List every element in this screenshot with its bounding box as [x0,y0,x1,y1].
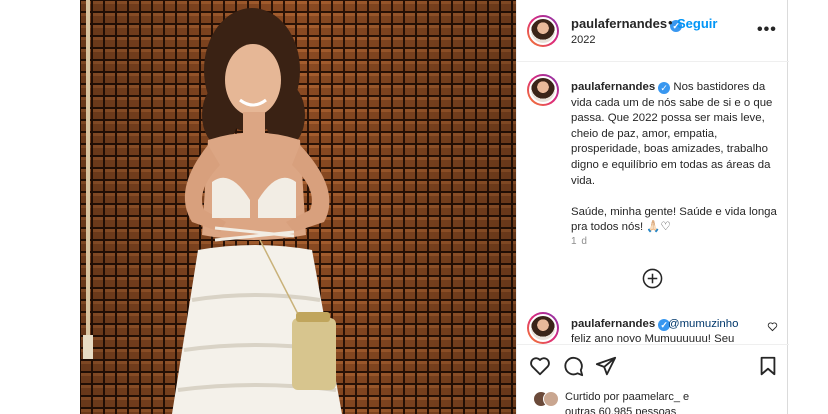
follow-button[interactable]: Seguir [677,16,717,31]
liked-by-text: Curtido por paamelarc_ e [565,391,690,403]
separator-dot: • [668,15,673,30]
verified-badge-icon: ✓ [658,82,671,94]
post-location[interactable]: 2022 [571,34,595,46]
avatar[interactable] [527,74,559,106]
post-header: paulafernandes ✓ • Seguir 2022 ••• [517,0,789,62]
post-actions: Curtido por paamelarc_ e outras 60.985 p… [517,344,789,414]
comment-mention[interactable]: @mumuzinho [668,318,738,330]
bookmark-icon[interactable] [757,355,779,377]
post-side-panel: paulafernandes ✓ • Seguir 2022 ••• paulaf… [516,0,789,414]
avatar[interactable] [527,15,559,47]
caption: paulafernandes ✓ Nos bastidores da vida c… [571,80,783,236]
caption-username[interactable]: paulafernandes [571,81,655,93]
caption-block: paulafernandes ✓ Nos bastidores da vida c… [517,62,789,312]
comment-like-heart-icon[interactable] [767,321,778,332]
header-username[interactable]: paulafernandes ✓ [571,16,683,32]
comment-icon[interactable] [562,355,584,377]
liker-avatar[interactable] [543,391,559,407]
caption-text: Nos bastidores da vida cada um de nós sa… [571,81,777,234]
more-options-icon[interactable]: ••• [757,22,777,38]
comment-item: paulafernandes ✓ @mumuzinho feliz ano nov… [517,308,789,344]
caption-timestamp[interactable]: 1 d [571,236,588,247]
comment-username[interactable]: paulafernandes ✓ [571,318,671,331]
heart-icon[interactable] [529,355,551,377]
share-icon[interactable] [595,355,617,377]
photo-image [80,0,516,414]
post-photo[interactable] [80,0,516,414]
liked-by-user[interactable]: paamelarc_ [622,391,679,403]
plus-circle-icon[interactable] [642,268,663,289]
comment-text: feliz ano novo Mumuuuuuu! Seu [571,333,735,344]
avatar[interactable] [527,312,559,344]
likes-count[interactable]: outras 60.985 pessoas [565,406,676,414]
